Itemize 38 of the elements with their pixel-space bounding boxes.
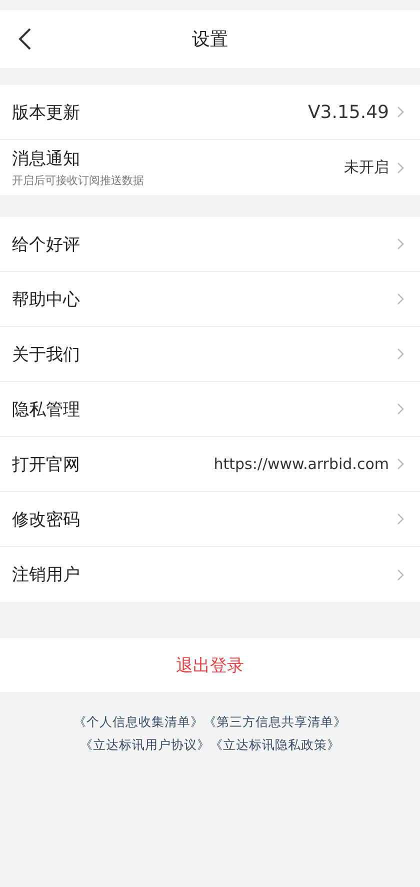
chevron-right-icon (397, 403, 404, 415)
chevron-right-icon (397, 348, 404, 360)
row-label: 隐私管理 (12, 398, 81, 420)
settings-row[interactable]: 隐私管理 (0, 382, 420, 437)
logout-button[interactable]: 退出登录 (0, 638, 420, 692)
chevron-right-icon (397, 293, 404, 305)
settings-row[interactable]: 版本更新 V3.15.49 (0, 85, 420, 140)
chevron-right-icon (397, 238, 404, 250)
row-subtitle: 开启后可接收订阅推送数据 (12, 173, 145, 188)
row-label: 帮助中心 (12, 288, 81, 310)
policy-link[interactable]: 《个人信息收集清单》 (74, 714, 204, 731)
row-value: https://www.arrbid.com (214, 455, 389, 473)
row-label: 打开官网 (12, 454, 81, 476)
settings-row[interactable]: 修改密码 (0, 492, 420, 547)
settings-row[interactable]: 关于我们 (0, 327, 420, 382)
row-label: 消息通知 (12, 148, 81, 170)
chevron-right-icon (397, 568, 404, 580)
chevron-right-icon (397, 106, 404, 118)
policy-link[interactable]: 《立达标讯用户协议》 (80, 737, 210, 754)
chevron-right-icon (397, 162, 404, 174)
page-title: 设置 (192, 28, 228, 51)
row-label: 给个好评 (12, 234, 81, 256)
row-value: 未开启 (344, 158, 389, 177)
chevron-right-icon (397, 458, 404, 470)
policy-link[interactable]: 《第三方信息共享清单》 (204, 714, 346, 731)
policy-link[interactable]: 《立达标讯隐私政策》 (210, 737, 340, 754)
row-label: 修改密码 (12, 508, 81, 530)
settings-row[interactable]: 注销用户 (0, 547, 420, 602)
settings-row[interactable]: 帮助中心 (0, 272, 420, 327)
settings-row[interactable]: 消息通知 开启后可接收订阅推送数据 未开启 (0, 140, 420, 195)
back-icon (18, 27, 32, 51)
row-label: 版本更新 (12, 102, 81, 124)
settings-row[interactable]: 打开官网 https://www.arrbid.com (0, 437, 420, 492)
chevron-right-icon (397, 513, 404, 525)
settings-row[interactable]: 给个好评 (0, 217, 420, 272)
row-label: 注销用户 (12, 564, 81, 586)
row-value: V3.15.49 (308, 102, 389, 122)
row-label: 关于我们 (12, 344, 81, 366)
